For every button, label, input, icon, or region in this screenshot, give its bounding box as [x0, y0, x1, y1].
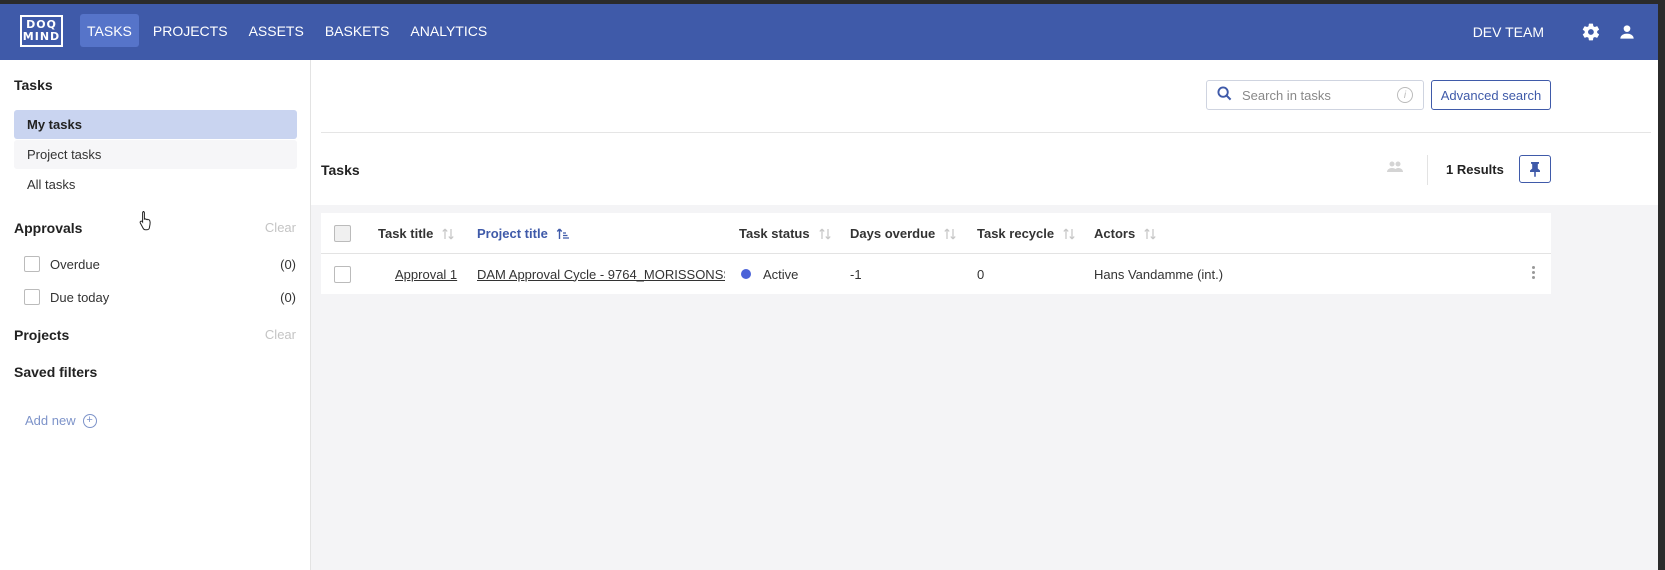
gear-icon[interactable] [1580, 21, 1602, 43]
top-navigation-bar: DOQ MIND TASKS PROJECTS ASSETS BASKETS A… [0, 4, 1658, 60]
filter-sidebar: Tasks My tasks Project tasks All tasks A… [0, 60, 311, 570]
status-dot-icon [741, 269, 751, 279]
select-all-checkbox[interactable] [334, 225, 351, 242]
nav-projects[interactable]: PROJECTS [146, 14, 235, 47]
pin-button[interactable] [1519, 155, 1551, 183]
select-all-cell [334, 213, 351, 254]
due-today-checkbox[interactable] [24, 289, 40, 305]
projects-heading: Projects [14, 327, 70, 343]
sort-icon[interactable] [943, 227, 957, 241]
col-actors[interactable]: Actors [1094, 213, 1157, 254]
add-new-label: Add new [25, 413, 76, 428]
table-header: Task title Project title Task status Day… [321, 213, 1551, 254]
info-icon[interactable]: i [1397, 87, 1413, 103]
saved-filters-heading: Saved filters [14, 364, 98, 380]
days-overdue-cell: -1 [850, 266, 862, 282]
overdue-count: (0) [280, 256, 296, 272]
tasks-table: Task title Project title Task status Day… [321, 213, 1551, 294]
filter-all-tasks[interactable]: All tasks [14, 170, 297, 199]
header-separator [1427, 155, 1428, 185]
row-checkbox[interactable] [334, 265, 351, 283]
sort-icon[interactable] [441, 227, 455, 241]
sort-icon[interactable] [818, 227, 832, 241]
approval-overdue[interactable]: Overdue (0) [24, 253, 296, 275]
nav-assets[interactable]: ASSETS [242, 14, 311, 47]
group-users-icon[interactable] [1386, 160, 1404, 179]
project-title-cell: DAM Approval Cycle - 9764_MORISSONSS... [477, 254, 725, 294]
sort-icon[interactable] [1062, 227, 1076, 241]
task-recycle-cell: 0 [977, 266, 985, 282]
overdue-checkbox[interactable] [24, 256, 40, 272]
project-title-link[interactable]: DAM Approval Cycle - 9764_MORISSONSS... [477, 267, 725, 282]
app-window: DOQ MIND TASKS PROJECTS ASSETS BASKETS A… [0, 4, 1658, 570]
team-selector[interactable]: DEV TEAM [1473, 24, 1544, 40]
approvals-heading: Approvals [14, 220, 83, 236]
col-task-status[interactable]: Task status [739, 213, 832, 254]
sort-ascending-icon[interactable] [556, 227, 570, 241]
col-project-title[interactable]: Project title [477, 213, 570, 254]
nav-baskets[interactable]: BASKETS [318, 14, 397, 47]
search-box[interactable]: Search in tasks i [1206, 80, 1424, 110]
top-right-controls: DEV TEAM [1473, 4, 1638, 60]
add-new-filter-button[interactable]: Add new + [25, 413, 97, 428]
pin-icon [1530, 162, 1540, 177]
projects-clear-button[interactable]: Clear [265, 327, 296, 342]
col-task-recycle[interactable]: Task recycle [977, 213, 1076, 254]
user-icon[interactable] [1616, 21, 1638, 43]
section-title: Tasks [321, 162, 360, 178]
due-today-label: Due today [50, 289, 110, 305]
advanced-search-button[interactable]: Advanced search [1431, 80, 1551, 110]
nav-tasks[interactable]: TASKS [80, 14, 139, 47]
plus-circle-icon: + [82, 413, 97, 428]
main-content: Search in tasks i Advanced search Tasks … [311, 60, 1658, 570]
row-select-cell [334, 254, 351, 294]
table-row[interactable]: Approval 1 DAM Approval Cycle - 9764_MOR… [321, 254, 1551, 294]
due-today-count: (0) [280, 289, 296, 305]
sort-icon[interactable] [1143, 227, 1157, 241]
search-input[interactable]: Search in tasks [1242, 88, 1397, 103]
row-menu-icon[interactable] [1532, 266, 1535, 279]
actors-cell: Hans Vandamme (int.) [1094, 266, 1224, 282]
results-count: 1 Results [1446, 162, 1504, 177]
status-label: Active [763, 266, 799, 282]
overdue-label: Overdue [50, 256, 100, 272]
col-task-title[interactable]: Task title [378, 213, 455, 254]
nav-analytics[interactable]: ANALYTICS [403, 14, 494, 47]
task-title-link[interactable]: Approval 1 [395, 267, 457, 282]
tasks-heading: Tasks [14, 77, 53, 93]
filter-project-tasks[interactable]: Project tasks [14, 140, 297, 169]
approval-due-today[interactable]: Due today (0) [24, 286, 296, 308]
task-title-cell: Approval 1 [395, 254, 457, 294]
col-days-overdue[interactable]: Days overdue [850, 213, 957, 254]
search-icon [1217, 86, 1232, 104]
task-status-cell: Active [741, 254, 798, 294]
main-header: Search in tasks i Advanced search Tasks … [311, 60, 1658, 205]
approvals-clear-button[interactable]: Clear [265, 220, 296, 235]
header-divider [321, 132, 1651, 133]
doqmind-logo[interactable]: DOQ MIND [20, 15, 63, 47]
main-nav: TASKS PROJECTS ASSETS BASKETS ANALYTICS [80, 14, 501, 47]
hand-cursor-icon [138, 210, 154, 235]
filter-my-tasks[interactable]: My tasks [14, 110, 297, 139]
